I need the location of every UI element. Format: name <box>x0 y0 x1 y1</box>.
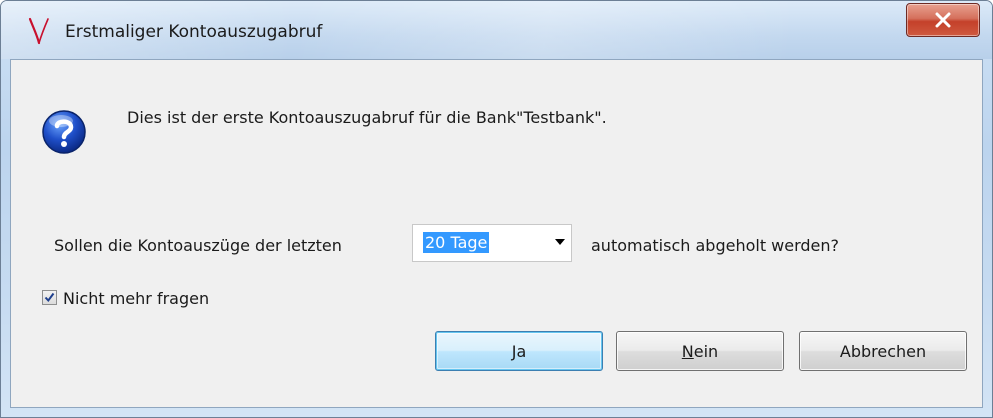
checkmark-icon <box>44 292 55 303</box>
title-bar[interactable]: Erstmaliger Kontoauszugabruf <box>1 1 992 59</box>
dialog-content: Dies ist der erste Kontoauszugabruf für … <box>10 59 983 408</box>
yes-button[interactable]: Ja <box>435 331 603 371</box>
window-title: Erstmaliger Kontoauszugabruf <box>65 22 323 42</box>
close-icon <box>934 12 952 28</box>
dialog-message: Dies ist der erste Kontoauszugabruf für … <box>127 108 607 127</box>
dont-ask-again-label[interactable]: Nicht mehr fragen <box>63 289 209 308</box>
no-button-label: Nein <box>681 341 719 361</box>
no-button[interactable]: Nein <box>616 331 784 371</box>
chevron-down-icon[interactable] <box>555 239 565 245</box>
dialog-window: Erstmaliger Kontoauszugabruf Dies ist de… <box>0 0 993 418</box>
period-select[interactable]: 20 Tage <box>412 224 572 262</box>
period-label-before: Sollen die Kontoauszüge der letzten <box>54 236 342 255</box>
app-logo-icon <box>27 17 51 45</box>
cancel-button-label: Abbrechen <box>839 341 927 361</box>
cancel-button[interactable]: Abbrechen <box>799 331 967 371</box>
close-button[interactable] <box>906 3 980 37</box>
period-label-after: automatisch abgeholt werden? <box>591 236 840 255</box>
yes-button-label: Ja <box>511 341 527 361</box>
period-select-value: 20 Tage <box>423 232 490 253</box>
question-icon <box>41 109 87 155</box>
dont-ask-again-checkbox[interactable] <box>42 290 57 305</box>
